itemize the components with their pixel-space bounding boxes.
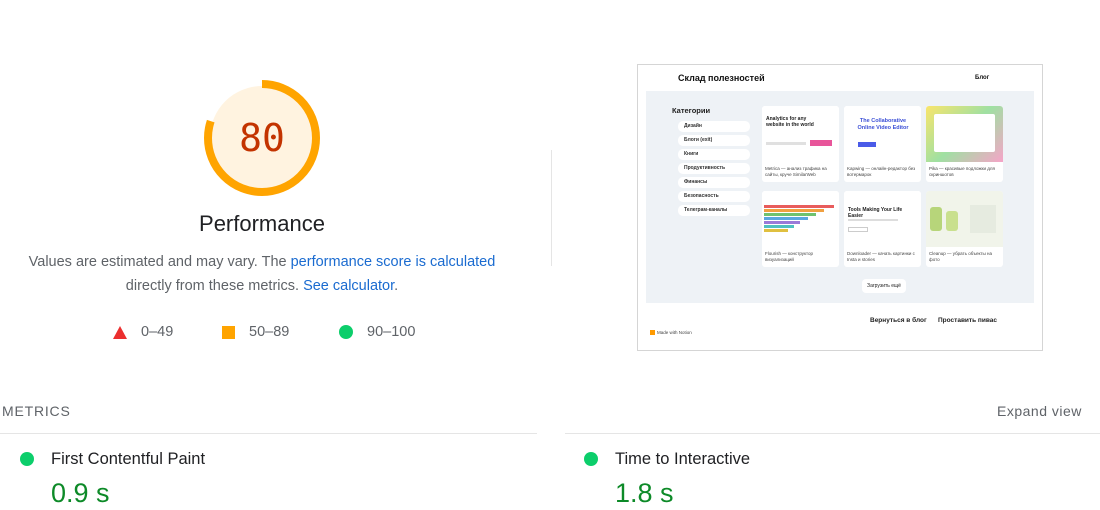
notion-icon — [650, 330, 655, 336]
thumb-bar — [764, 225, 794, 228]
score-description: Values are estimated and may vary. The p… — [12, 250, 512, 298]
thumb-category-item: Телеграм-каналы — [678, 205, 750, 216]
description-text-2: directly from these metrics. — [125, 278, 304, 294]
vertical-divider — [551, 150, 552, 266]
performance-gauge: 80 — [202, 78, 322, 198]
thumb-card-button — [848, 227, 868, 232]
legend-label-pass: 90–100 — [367, 324, 416, 340]
thumb-categories-title: Категории — [672, 106, 711, 115]
thumb-card-cleanup: Cleanup — убрать объекты на фото — [926, 191, 1003, 267]
see-calculator-link[interactable]: See calculator — [303, 278, 394, 294]
final-screenshot-thumbnail[interactable]: Склад полезностей Блог Категории Дизайн … — [637, 64, 1043, 351]
thumb-card-kapwing: The Collaborative Online Video Editor Ka… — [844, 106, 921, 182]
thumb-category-item: Дизайн — [678, 121, 750, 132]
thumb-bottle — [930, 207, 942, 231]
orange-square-icon — [222, 325, 235, 339]
thumb-bar — [764, 217, 808, 220]
thumb-photo-block — [970, 205, 996, 233]
thumb-card-caption: Flourish — конструктор визуализаций — [765, 251, 814, 262]
red-triangle-icon — [113, 325, 127, 339]
thumb-card-image — [926, 106, 1003, 162]
thumb-card-line — [848, 219, 898, 221]
thumb-category-item: Безопасность — [678, 191, 750, 202]
thumb-card-caption: Downloader — качать картинки с Insta и s… — [847, 251, 915, 262]
thumb-category-item: Книги — [678, 149, 750, 160]
thumb-card-image — [926, 191, 1003, 247]
metrics-divider-right — [565, 433, 1100, 434]
thumb-category-item: Блоги (exit) — [678, 135, 750, 146]
legend-item-fail: 0–49 — [113, 322, 173, 342]
thumb-card-heading: Analytics for any website in the world — [766, 116, 814, 128]
thumb-blog-link: Блог — [975, 75, 990, 81]
thumb-category-item: Финансы — [678, 177, 750, 188]
thumb-card-image: Analytics for any website in the world — [762, 106, 839, 162]
metric-name-fcp: First Contentful Paint — [51, 450, 206, 468]
legend-item-pass: 90–100 — [339, 322, 415, 342]
thumb-load-more-button: Загрузить ещё — [862, 279, 906, 293]
thumb-category-item: Продуктивность — [678, 163, 750, 174]
description-period: . — [394, 278, 399, 294]
performance-title: Performance — [199, 211, 325, 236]
green-circle-icon — [584, 452, 598, 466]
metrics-divider-left — [0, 433, 537, 434]
thumb-category-list: Дизайн Блоги (exit) Книги Продуктивность… — [678, 121, 750, 219]
thumb-bar — [764, 229, 788, 232]
metric-value-fcp: 0.9 s — [51, 478, 110, 508]
thumb-card-image: The Collaborative Online Video Editor — [844, 106, 921, 162]
thumb-card-downloader: Tools Making Your Life Easier Downloader… — [844, 191, 921, 267]
metric-name-tti: Time to Interactive — [615, 450, 751, 468]
thumb-card-caption: Kapwing — онлайн-редактор без вотермарок — [847, 166, 916, 177]
description-text-1: Values are estimated and may vary. The — [28, 254, 291, 270]
thumb-bar — [764, 209, 824, 212]
thumb-card-flourish: Flourish — конструктор визуализаций — [762, 191, 839, 267]
thumb-card-button — [858, 142, 876, 147]
thumb-card-heading: The Collaborative Online Video Editor — [857, 118, 909, 131]
thumb-card-heading: Tools Making Your Life Easier — [848, 207, 903, 219]
thumb-card-caption: Pika — красивые подложки для скриншотов — [929, 166, 995, 177]
thumb-card-line — [766, 142, 806, 145]
thumb-header: Склад полезностей Блог — [638, 65, 1042, 91]
thumb-card-image — [762, 191, 839, 247]
metrics-heading: METRICS — [2, 403, 71, 419]
performance-score: 80 — [239, 116, 285, 160]
thumb-made-with: Made with Notion — [650, 330, 692, 336]
thumb-card-inner — [934, 114, 995, 152]
metric-value-tti: 1.8 s — [615, 478, 674, 508]
thumb-card-image: Tools Making Your Life Easier — [844, 191, 921, 247]
thumb-bar — [764, 205, 834, 208]
thumb-bar — [764, 213, 816, 216]
thumb-back-to-blog-link: Вернуться в блог — [870, 317, 927, 324]
thumb-made-with-text: Made with Notion — [657, 330, 692, 335]
thumb-card-pika: Pika — красивые подложки для скриншотов — [926, 106, 1003, 182]
legend-label-average: 50–89 — [249, 324, 290, 340]
thumb-site-title: Склад полезностей — [678, 73, 765, 83]
performance-score-calculated-link[interactable]: performance score is calculated — [291, 254, 496, 270]
thumb-bottle — [946, 211, 958, 231]
thumb-card-caption: Cleanup — убрать объекты на фото — [929, 251, 993, 262]
thumb-card-button — [810, 140, 832, 146]
legend-item-average: 50–89 — [222, 322, 289, 342]
legend-label-fail: 0–49 — [141, 324, 174, 340]
thumb-bar — [764, 221, 800, 224]
thumb-card-caption: Metrica — анализ трафика на сайты, круче… — [765, 166, 827, 177]
thumb-beer-link: Проставить пивас — [938, 317, 997, 324]
green-circle-icon — [339, 325, 353, 339]
green-circle-icon — [20, 452, 34, 466]
thumb-card-metrica: Analytics for any website in the world M… — [762, 106, 839, 182]
expand-view-toggle[interactable]: Expand view — [997, 403, 1082, 419]
